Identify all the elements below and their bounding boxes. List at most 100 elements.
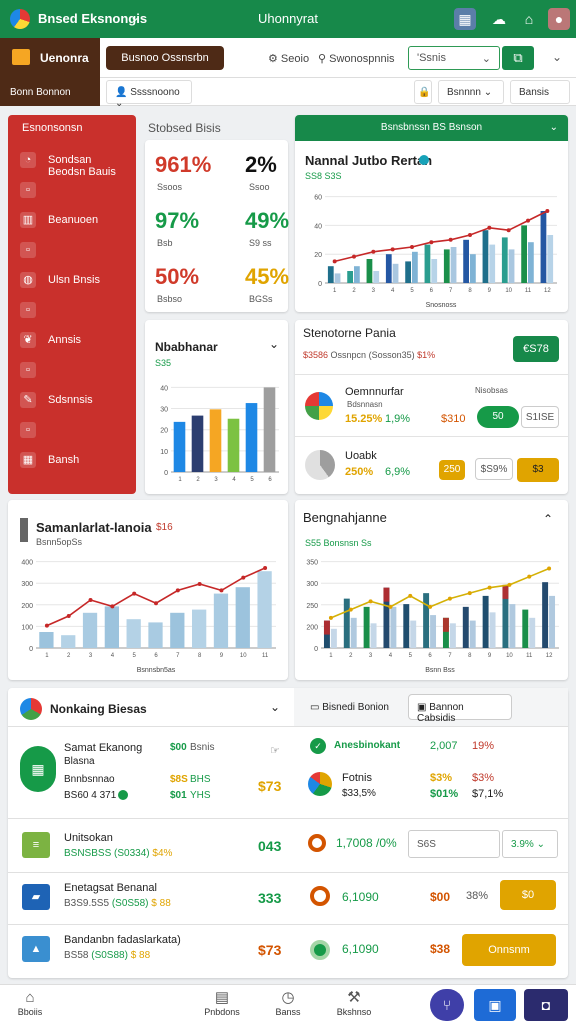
sidebar-item[interactable]: ▥ Beanuoen (18, 205, 130, 235)
chevron-up-icon[interactable]: ⌃ (543, 512, 553, 526)
export-button[interactable]: ⧉ (502, 46, 534, 70)
right-2-v4: $7,1% (472, 788, 504, 800)
row4-name: Bandanbn fadaslarkata) (64, 934, 181, 946)
summary-item2-button3[interactable]: $3 (517, 458, 559, 482)
row1-c5: $01 (170, 790, 187, 801)
nav-products[interactable]: ▤ Pnbdons (192, 989, 252, 1017)
home-icon: ⌂ (25, 989, 35, 1006)
search-select[interactable]: 'Ssnis ⌄ (408, 46, 500, 70)
field-1[interactable]: S6S (408, 830, 500, 858)
link-1[interactable]: ⚙ Seoio (268, 52, 309, 65)
bottom-nav: ⌂ Bboiis ▤ Pnbdons ◷ Banss ⚒ Bkshnso ⑂ ▣ ◘ (0, 984, 576, 1024)
pie-icon: ◔ (20, 152, 36, 168)
trend-point (66, 614, 71, 618)
trend-point (507, 582, 512, 587)
sidebar-item[interactable]: ◔ Sondsan Beodsn Bauis (18, 145, 130, 178)
nav-home[interactable]: ⌂ Bboiis (0, 989, 60, 1017)
summary-item1-button2[interactable]: S1ISE (521, 406, 559, 428)
hand-icon[interactable]: ☞ (270, 744, 280, 757)
x-tick-label: 5 (250, 477, 254, 483)
sidebar-item[interactable]: ▫ (18, 415, 130, 445)
filter-dropdown-3[interactable]: Bansis (510, 80, 570, 104)
avatar[interactable]: ● (548, 8, 570, 30)
kpi-sub-b: BGSs (249, 294, 273, 304)
kpi-value-a: 97% (155, 208, 200, 233)
sam-chart-card: Samanlarlat-lanoia $16 Bsnn5opSs 0 100 200… (8, 500, 288, 680)
summary-item2-v2: 6,9% (385, 466, 411, 478)
right-4-button[interactable]: $0 (500, 880, 556, 910)
row1-c4: BHS (190, 774, 211, 785)
nbab-title: Nbabhanar (155, 340, 218, 354)
link-2[interactable]: ⚲ Swonospnnis (318, 52, 395, 65)
summary-card: Stenotorne Pania €S78 $3586 Ossnpcn (Sos… (295, 320, 568, 494)
y-tick-label: 40 (160, 385, 168, 392)
right-4-value: $00 (430, 890, 451, 904)
chevron-down-icon[interactable]: ⌄ (552, 50, 562, 64)
trend-point (175, 588, 180, 593)
x-tick-label: 1 (329, 653, 333, 659)
chart1-subtitle: SS8 S3S (305, 171, 342, 181)
sidebar-item[interactable]: ▫ (18, 175, 130, 205)
bar (443, 249, 450, 283)
sidebar-item[interactable]: ▦ Bansh (18, 445, 130, 475)
x-tick-label: 2 (196, 477, 200, 483)
filter-dropdown-1[interactable]: 👤 Ssssnoono ⌄ (106, 80, 192, 109)
kpi-card: 961% Ssoos 2% Ssoo 97% Bsb 49% S9 ss 50% Bsbso 45%… (145, 140, 290, 312)
square-icon: ▫ (20, 362, 36, 378)
y-tick-label: 250 (306, 603, 318, 610)
x-tick-label: 8 (468, 288, 472, 294)
calendar-button[interactable]: ▣ (474, 989, 516, 1021)
sidebar-item[interactable]: ◍ Ulsn Bnsis (18, 265, 130, 295)
photo-icon[interactable]: ▦ (454, 8, 476, 30)
chevron-down-icon[interactable]: ⌄ (269, 337, 279, 351)
sidebar-item-label: Annsis (48, 334, 82, 346)
bar (330, 628, 337, 648)
x-tick-label: 11 (262, 653, 269, 659)
summary-item1-button[interactable]: 50 (477, 406, 519, 428)
kpi-value-b: 45% (245, 264, 290, 289)
primary-pill-button[interactable]: Busnoo Ossnsrbn (106, 46, 224, 70)
row2-value: 043 (258, 838, 282, 854)
notification-icon[interactable]: ⌂ (518, 8, 540, 30)
sidebar-item[interactable]: ▫ (18, 295, 130, 325)
row3-sub: B3S9.5S5 (64, 898, 110, 909)
summary-item2-button2[interactable]: $S9% (475, 458, 513, 480)
brand-box[interactable]: Uenonra (0, 38, 100, 78)
y-tick-label: 0 (29, 646, 33, 653)
field-2[interactable]: 3.9% ⌄ (502, 830, 558, 858)
x-tick-label: 3 (369, 653, 373, 659)
right-4-v2: 38% (466, 890, 489, 902)
row4-sub3: $ 88 (130, 950, 151, 961)
right-2-v3: $01% (430, 788, 459, 800)
chat-icon[interactable]: ☁ (488, 8, 510, 30)
sidebar-item[interactable]: ▫ (18, 355, 130, 385)
y-tick-label: 0 (164, 470, 168, 477)
trend-point (388, 604, 393, 609)
sidebar-item[interactable]: ❦ Annsis (18, 325, 130, 355)
trend-point (132, 591, 137, 596)
trend-point (487, 225, 492, 230)
chevron-down-icon: ⌄ (549, 122, 558, 133)
sidebar-item[interactable]: ✎ Sdsnnsis (18, 385, 130, 415)
bar (549, 595, 556, 648)
row1-c2: Bsnis (190, 742, 215, 753)
tab-2[interactable]: ▣ Bannon Cabsidis (408, 694, 512, 724)
sidebar-item[interactable]: ▫ (18, 235, 130, 265)
nav-banks[interactable]: ◷ Banss (258, 989, 318, 1017)
chat-button[interactable]: ◘ (524, 989, 568, 1021)
bar (343, 598, 350, 648)
summary-item2-button[interactable]: 250 (439, 460, 465, 480)
beng-chart-svg: 02002503003501 2 3 4 5 6 7 8 9 10 11 12Bsnn Bss (306, 560, 559, 674)
lock-icon[interactable]: 🔒 (414, 80, 432, 104)
right-5-button[interactable]: Onnsnm (462, 934, 556, 966)
chevron-down-icon[interactable]: ⌄ (270, 700, 280, 714)
filter-fab[interactable]: ⑂ (430, 989, 464, 1021)
summary-pill-button[interactable]: €S78 (513, 336, 559, 362)
x-tick-label: 9 (488, 288, 492, 294)
nav-settings[interactable]: ⚒ Bkshnso (324, 989, 384, 1017)
filter-dropdown-2[interactable]: Bsnnnn ⌄ (438, 80, 504, 104)
trend-point (448, 237, 453, 242)
chart1-header[interactable]: Bsnsbnssn BS Bsnson ⌄ (295, 115, 568, 141)
tab-1[interactable]: ▭ Bisnedi Bonion (304, 696, 395, 720)
x-tick-label: 5 (410, 288, 414, 294)
